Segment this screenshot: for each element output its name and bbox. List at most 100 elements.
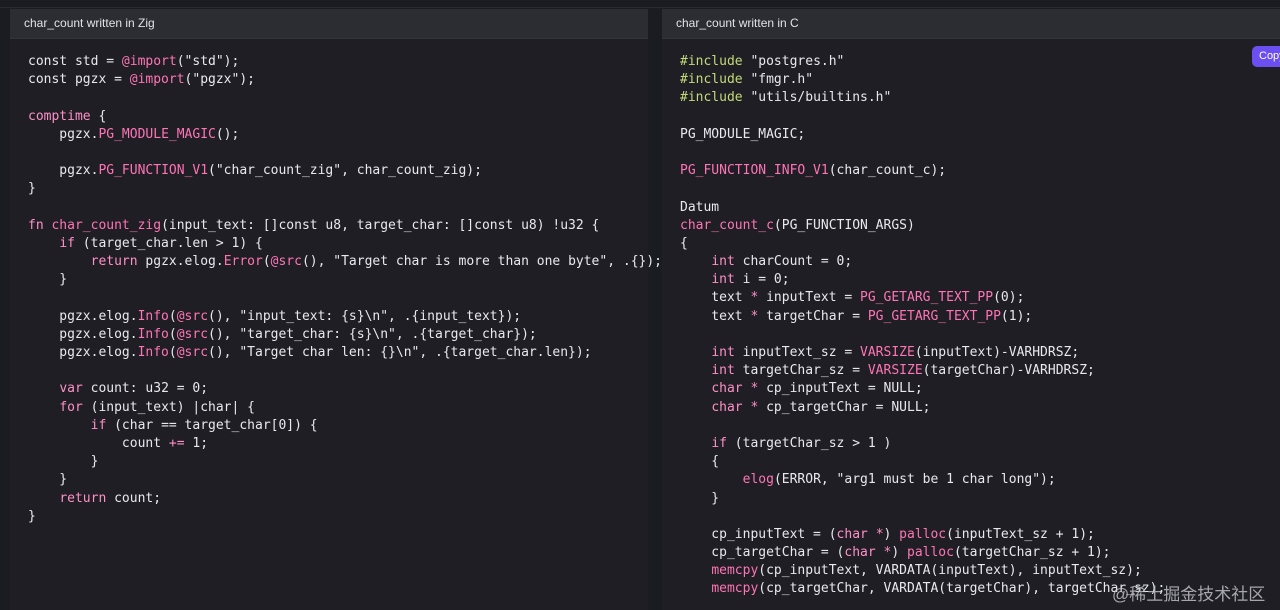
zig-code-panel: char_count written in Zig const std = @i… (10, 9, 662, 610)
code-token: @import (129, 72, 185, 88)
code-token: targetChar = (758, 308, 868, 324)
code-token: ("pgzx"); (184, 72, 255, 88)
code-token: #include (680, 72, 743, 88)
code-token: const pgzx = (28, 72, 130, 88)
code-line: return pgzx.elog.Error(@src(), "Target c… (28, 253, 662, 271)
code-line: int charCount = 0; (680, 253, 1280, 271)
code-line: #include "postgres.h" (680, 53, 1280, 71)
code-line: if (target_char.len > 1) { (28, 235, 648, 253)
code-token: int (711, 345, 735, 360)
code-token: } (28, 181, 36, 197)
code-token: (cp_inputText, VARDATA(inputText), input… (758, 563, 1142, 579)
code-token: ("std"); (176, 54, 240, 69)
code-line: int targetChar_sz = VARSIZE(targetChar)-… (680, 362, 1280, 380)
code-token: PG_FUNCTION_V1 (98, 163, 209, 179)
code-line: comptime { (28, 108, 648, 126)
code-token: ("char_count_zig", char_count_zig); (208, 163, 482, 179)
code-line: } (28, 471, 648, 489)
c-panel-title: char_count written in C (662, 9, 1280, 39)
code-line: var count: u32 = 0; (28, 380, 648, 398)
zig-code-block[interactable]: const std = @import("std"); const pgzx = … (28, 53, 662, 526)
code-token: } (28, 472, 68, 488)
code-token: (), "target_char: {s}\n", .{target_char}… (208, 326, 537, 342)
code-token: if (90, 417, 107, 433)
code-token: memcpy (711, 563, 759, 579)
code-token: count: u32 = 0; (82, 381, 209, 397)
code-token: return (59, 490, 107, 506)
code-token: elog (742, 472, 774, 488)
code-line: count += 1; (28, 435, 648, 453)
code-token: comptime (28, 108, 91, 124)
code-token: if (711, 435, 727, 451)
code-token: text (680, 290, 751, 306)
code-token: (targetChar_sz > 1 ) (726, 435, 892, 451)
code-token: Error (223, 254, 263, 270)
copy-button[interactable]: Copy (1252, 46, 1280, 67)
code-token: (char == target_char[0]) { (106, 417, 318, 433)
code-token: for (59, 399, 83, 415)
code-token: if (59, 235, 75, 251)
zig-panel-title: char_count written in Zig (10, 9, 648, 39)
code-token: cp_targetChar = ( (680, 545, 845, 561)
code-token: #include (680, 54, 743, 69)
code-line: text * targetChar = PG_GETARG_TEXT_PP(1)… (680, 308, 1280, 326)
code-token: PG_GETARG_TEXT_PP (860, 290, 994, 306)
code-token: palloc (899, 526, 947, 542)
code-token: "postgres.h" (742, 54, 845, 69)
code-line: int i = 0; (680, 271, 1280, 289)
code-token: PG_MODULE_MAGIC; (680, 126, 806, 142)
code-token: text (680, 308, 751, 324)
code-token: charCount = 0; (734, 254, 853, 270)
code-token: { (680, 235, 688, 251)
code-token: (0); (993, 290, 1025, 306)
code-line: cp_targetChar = (char *) palloc(targetCh… (680, 544, 1280, 562)
code-token: #include (680, 90, 743, 106)
code-token: ( (168, 308, 177, 324)
code-token: (char_count_c); (828, 163, 947, 179)
code-token: count (28, 435, 169, 451)
code-token: (targetChar)-VARHDRSZ; (922, 363, 1095, 379)
code-token: Info (137, 345, 169, 360)
code-token: "utils/builtins.h" (742, 90, 892, 106)
code-token: @src (176, 326, 209, 342)
code-token: char (711, 381, 743, 397)
code-token: (cp_targetChar, VARDATA(targetChar), tar… (758, 581, 1166, 597)
code-token: pgzx.elog. (28, 345, 138, 360)
code-token: Datum (680, 199, 720, 215)
code-line: return count; (28, 490, 648, 508)
code-token: (1); (1000, 308, 1033, 324)
code-line: memcpy(cp_inputText, VARDATA(inputText),… (680, 562, 1280, 580)
code-token: return (90, 254, 138, 270)
code-line: PG_FUNCTION_INFO_V1(char_count_c); (680, 162, 1280, 180)
code-token: const std = (28, 54, 122, 69)
code-line: fn char_count_zig(input_text: []const u8… (28, 217, 648, 235)
code-line: text * inputText = PG_GETARG_TEXT_PP(0); (680, 289, 1280, 307)
code-token: VARSIZE (860, 345, 915, 360)
code-token: @src (176, 308, 209, 324)
code-token: char_count_c (680, 217, 774, 233)
code-token: ) (883, 526, 900, 542)
c-code-block[interactable]: #include "postgres.h" #include "fmgr.h" #i… (680, 53, 1280, 599)
code-token: ( (262, 254, 271, 270)
code-token: PG_FUNCTION_INFO_V1 (680, 163, 829, 179)
code-token: (), "input_text: {s}\n", .{input_text}); (208, 308, 522, 324)
code-token: PG_MODULE_MAGIC (98, 126, 216, 142)
code-token: targetChar_sz = (734, 363, 868, 379)
code-line: if (char == target_char[0]) { (28, 417, 648, 435)
code-token: inputText = (758, 290, 861, 306)
